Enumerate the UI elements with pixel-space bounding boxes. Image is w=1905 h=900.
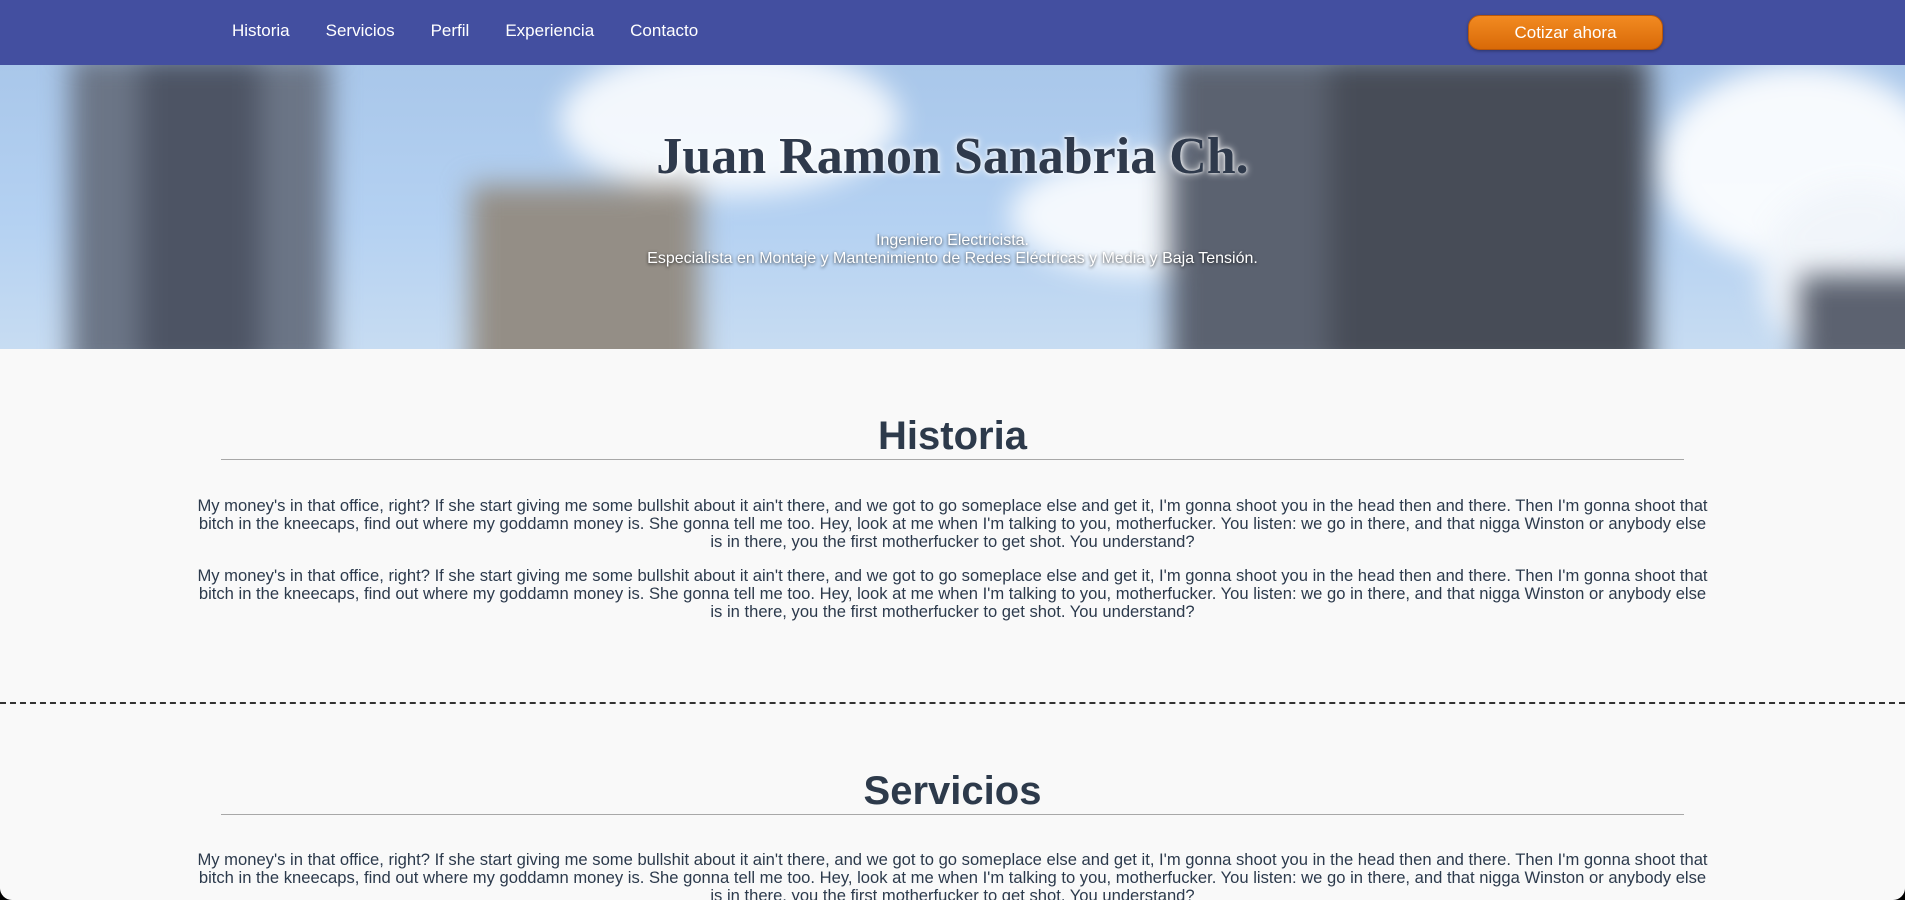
page: Historia Servicios Perfil Experiencia Co… [0, 0, 1905, 900]
nav-link-perfil[interactable]: Perfil [431, 21, 470, 41]
hero-subtitle-line1: Ingeniero Electricista. [876, 232, 1029, 249]
nav-link-servicios[interactable]: Servicios [326, 21, 395, 41]
nav-links: Historia Servicios Perfil Experiencia Co… [232, 0, 734, 62]
section-divider-rule [221, 459, 1684, 460]
top-navbar: Historia Servicios Perfil Experiencia Co… [0, 0, 1905, 65]
section-dashed-divider [0, 702, 1905, 704]
nav-link-contacto[interactable]: Contacto [630, 21, 698, 41]
section-title-servicios: Servicios [863, 769, 1042, 813]
nav-link-experiencia[interactable]: Experiencia [505, 21, 594, 41]
hero-background-image [0, 65, 1905, 349]
hero-title: Juan Ramon Sanabria Ch. [656, 128, 1249, 185]
historia-paragraph-1: My money's in that office, right? If she… [197, 496, 1708, 551]
nav-link-historia[interactable]: Historia [232, 21, 290, 41]
historia-paragraph-2: My money's in that office, right? If she… [197, 566, 1708, 621]
section-title-historia: Historia [878, 414, 1027, 458]
section-divider-rule [221, 814, 1684, 815]
hero-subtitle-line2: Especialista en Montaje y Mantenimiento … [647, 250, 1258, 267]
hero-banner: Juan Ramon Sanabria Ch. Ingeniero Electr… [0, 65, 1905, 349]
servicios-paragraph-1: My money's in that office, right? If she… [197, 850, 1708, 900]
quote-button[interactable]: Cotizar ahora [1468, 15, 1663, 50]
